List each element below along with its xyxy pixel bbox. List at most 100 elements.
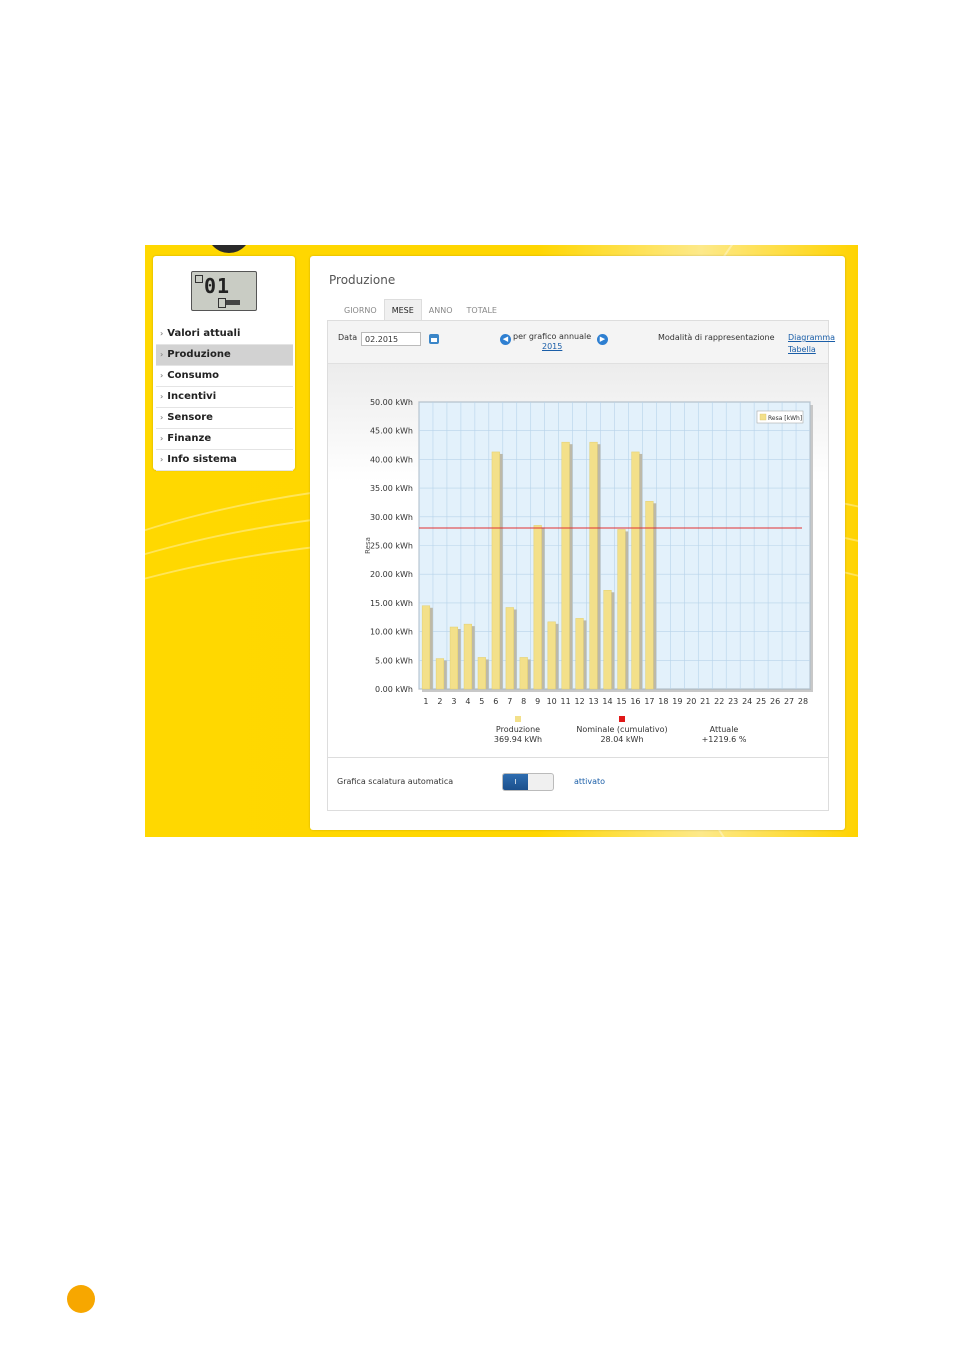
nav-year-link[interactable]: 2015 xyxy=(542,342,562,351)
x-tick-label: 12 xyxy=(574,697,584,706)
chevron-right-icon: › xyxy=(160,413,164,422)
x-tick-label: 5 xyxy=(479,697,484,706)
x-tick-label: 25 xyxy=(756,697,766,706)
summary-label: Produzione xyxy=(496,725,540,734)
y-tick-label: 35.00 kWh xyxy=(370,484,413,493)
y-tick-label: 10.00 kWh xyxy=(370,628,413,637)
sidebar-item-label: Info sistema xyxy=(167,454,237,465)
device-display-icon: 01 xyxy=(191,271,257,311)
chevron-right-icon: › xyxy=(160,434,164,443)
summary-value: +1219.6 % xyxy=(702,735,747,744)
legend-swatch xyxy=(759,413,767,421)
date-input[interactable]: 02.2015 xyxy=(361,332,421,346)
auto-scale-state: attivato xyxy=(574,777,606,786)
x-tick-label: 8 xyxy=(521,697,526,706)
chevron-right-icon: › xyxy=(160,329,164,338)
x-tick-label: 15 xyxy=(616,697,626,706)
tab-anno[interactable]: ANNO xyxy=(422,300,460,322)
auto-scale-toggle[interactable]: I xyxy=(502,773,554,791)
summary-swatch xyxy=(619,716,625,722)
data-bar xyxy=(421,605,431,690)
x-tick-label: 18 xyxy=(658,697,668,706)
logo-fragment xyxy=(207,245,251,253)
previous-icon[interactable]: ◀ xyxy=(500,334,511,345)
data-bar xyxy=(463,623,472,690)
sidebar-item-label: Incentivi xyxy=(167,391,217,402)
sidebar-menu: › Valori attuali › Produzione › Consumo › Incen… xyxy=(156,324,293,471)
footer: Grafica scalatura automatica I attivato xyxy=(328,757,828,810)
chevron-right-icon: › xyxy=(160,371,164,380)
summary-label: Attuale xyxy=(710,725,739,734)
x-tick-label: 3 xyxy=(451,697,456,706)
x-tick-label: 10 xyxy=(547,697,557,706)
data-bar xyxy=(575,618,584,690)
sidebar-item[interactable]: › Sensore xyxy=(156,408,293,429)
x-tick-label: 17 xyxy=(644,697,654,706)
chevron-right-icon: › xyxy=(160,350,164,359)
x-tick-label: 23 xyxy=(728,697,738,706)
y-tick-label: 30.00 kWh xyxy=(370,513,413,522)
data-bar xyxy=(505,607,514,690)
sidebar-item-label: Valori attuali xyxy=(167,328,241,339)
auto-scale-label: Grafica scalatura automatica xyxy=(337,777,454,786)
x-tick-label: 11 xyxy=(561,697,571,706)
production-chart: 0.00 kWh 5.00 kWh 10.00 kWh 15.00 kWh 20.00 … xyxy=(364,398,813,744)
data-bar xyxy=(547,621,556,690)
sidebar-item[interactable]: › Consumo xyxy=(156,366,293,387)
x-tick-label: 19 xyxy=(672,697,682,706)
summary-label: Nominale (cumulativo) xyxy=(576,725,667,734)
sidebar-item-label: Sensore xyxy=(167,412,213,423)
data-bar xyxy=(631,451,640,690)
tab-mese[interactable]: MESE xyxy=(383,299,422,322)
main-panel: Produzione GIORNO MESE ANNO TOTALE Data 02.… xyxy=(310,256,845,830)
y-tick-label: 40.00 kWh xyxy=(370,455,413,464)
data-bar xyxy=(561,441,570,690)
x-tick-label: 6 xyxy=(493,697,498,706)
x-tick-label: 27 xyxy=(784,697,794,706)
x-tick-label: 26 xyxy=(770,697,780,706)
x-tick-label: 22 xyxy=(714,697,724,706)
chart-area: 0.00 kWh 5.00 kWh 10.00 kWh 15.00 kWh 20.00 … xyxy=(328,364,828,756)
y-tick-label: 5.00 kWh xyxy=(375,656,413,665)
mode-label: Modalità di rappresentazione xyxy=(658,333,775,342)
y-tick-label: 0.00 kWh xyxy=(375,685,413,694)
sidebar-item[interactable]: › Produzione xyxy=(156,345,293,366)
data-bar xyxy=(449,626,459,690)
toggle-on-indicator: I xyxy=(503,774,528,790)
y-tick-label: 25.00 kWh xyxy=(370,542,413,551)
data-bar xyxy=(435,658,445,690)
mode-diagram-link[interactable]: Diagramma xyxy=(788,333,835,342)
tab-totale[interactable]: TOTALE xyxy=(460,300,504,322)
x-tick-label: 28 xyxy=(798,697,808,706)
mode-table-link[interactable]: Tabella xyxy=(788,345,816,354)
lcd-digits: 01 xyxy=(204,274,231,298)
app-screen: 01 › Valori attuali › Produzione › Consumo › In… xyxy=(145,245,858,837)
y-tick-label: 15.00 kWh xyxy=(370,599,413,608)
data-bar xyxy=(589,441,598,690)
sidebar-item[interactable]: › Incentivi xyxy=(156,387,293,408)
x-tick-label: 16 xyxy=(630,697,640,706)
calendar-icon[interactable] xyxy=(429,334,439,344)
sidebar-item[interactable]: › Valori attuali xyxy=(156,324,293,345)
sidebar-item[interactable]: › Finanze xyxy=(156,429,293,450)
nav-label: per grafico annuale xyxy=(513,332,592,341)
data-bar xyxy=(603,590,612,690)
summary-value: 28.04 kWh xyxy=(600,735,643,744)
x-tick-label: 21 xyxy=(700,697,710,706)
sidebar-item[interactable]: › Info sistema xyxy=(156,450,293,471)
date-label: Data xyxy=(338,333,358,342)
x-tick-label: 4 xyxy=(465,697,470,706)
y-tick-label: 45.00 kWh xyxy=(370,427,413,436)
tab-giorno[interactable]: GIORNO xyxy=(337,300,384,322)
data-bar xyxy=(533,525,542,690)
next-icon[interactable]: ▶ xyxy=(597,334,608,345)
sidebar-item-label: Produzione xyxy=(167,349,231,360)
x-tick-label: 1 xyxy=(423,697,428,706)
x-tick-label: 14 xyxy=(602,697,612,706)
y-tick-label: 20.00 kWh xyxy=(370,570,413,579)
chevron-right-icon: › xyxy=(160,392,164,401)
x-tick-label: 7 xyxy=(507,697,512,706)
data-bar xyxy=(617,529,626,690)
summary-value: 369.94 kWh xyxy=(494,735,542,744)
chevron-right-icon: › xyxy=(160,455,164,464)
